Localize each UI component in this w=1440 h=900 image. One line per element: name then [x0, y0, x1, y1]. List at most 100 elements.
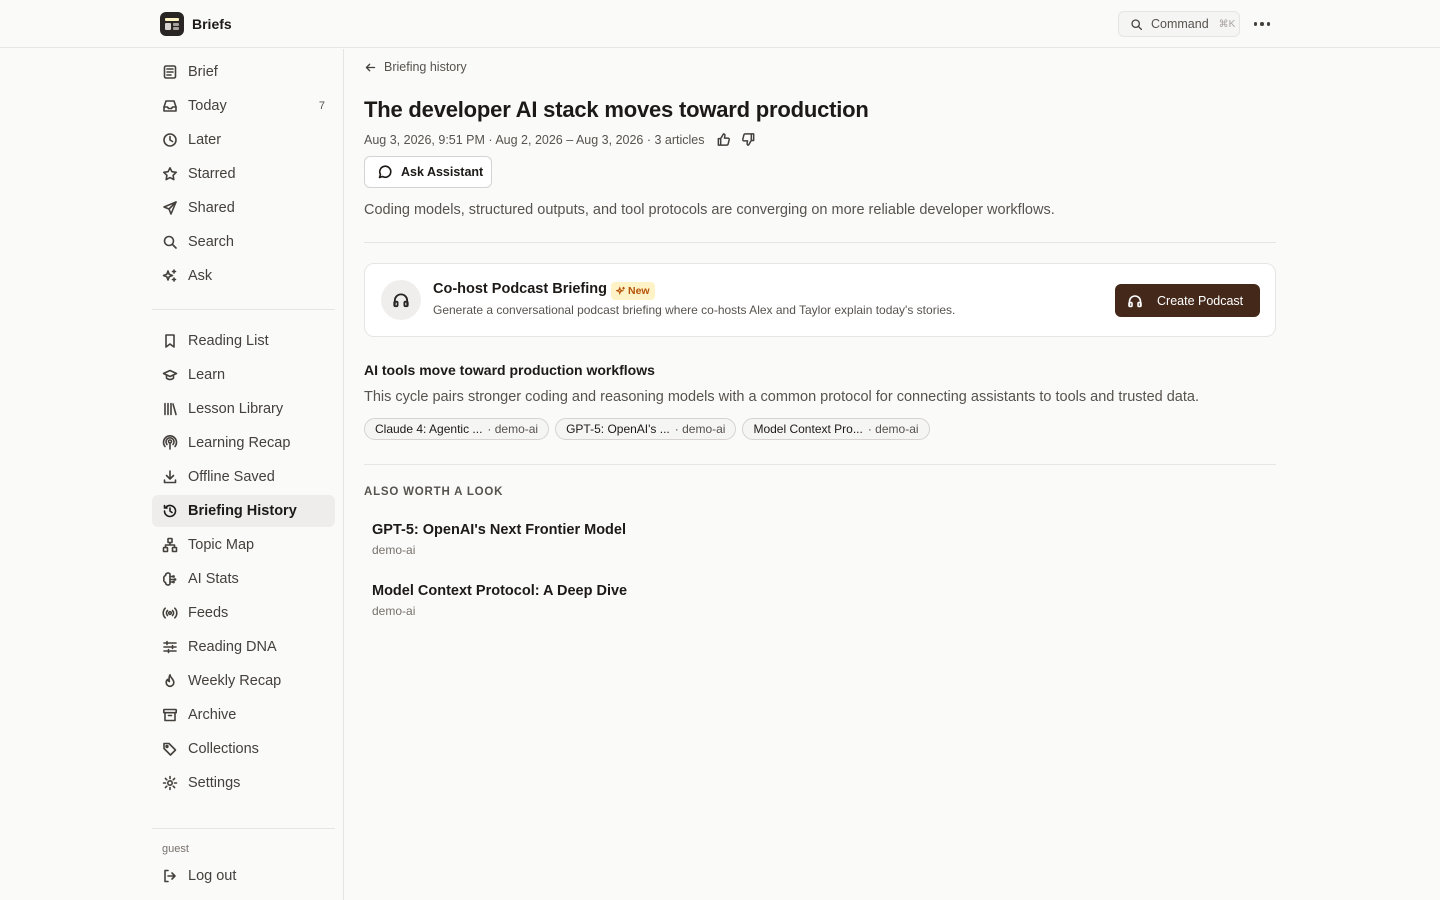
- app-brand[interactable]: Briefs: [160, 12, 232, 36]
- user-name: guest: [162, 843, 189, 855]
- logout-label: Log out: [188, 868, 237, 884]
- bookmark-icon: [162, 333, 178, 349]
- history-icon: [162, 503, 178, 519]
- more-options-button[interactable]: [1250, 12, 1274, 36]
- podcast-card: Co-host Podcast Briefing New Generate a …: [364, 263, 1276, 337]
- search-icon: [1130, 18, 1143, 31]
- sidebar-item-today[interactable]: Today 7: [152, 90, 335, 122]
- logout-button[interactable]: Log out: [152, 860, 335, 892]
- radio-icon: [162, 605, 178, 621]
- sidebar-item-shared[interactable]: Shared: [152, 192, 335, 224]
- library-icon: [162, 401, 178, 417]
- sidebar-item-brief[interactable]: Brief: [152, 56, 335, 88]
- app-logo-icon: [160, 12, 184, 36]
- source-chip[interactable]: Model Context Pro... · demo-ai: [742, 418, 930, 440]
- article-title: GPT-5: OpenAI's Next Frontier Model: [372, 522, 627, 538]
- page-title: The developer AI stack moves toward prod…: [364, 97, 869, 122]
- sidebar-item-settings[interactable]: Settings: [152, 767, 335, 799]
- meta-text: Aug 3, 2026, 9:51 PM · Aug 2, 2026 – Aug…: [364, 132, 705, 147]
- top-bar: Briefs Command ⌘K: [0, 0, 1440, 48]
- tag-icon: [162, 741, 178, 757]
- sidebar-item-later[interactable]: Later: [152, 124, 335, 156]
- sidebar-item-reading-list[interactable]: Reading List: [152, 325, 335, 357]
- sidebar-item-label: Learn: [188, 367, 226, 383]
- create-podcast-label: Create Podcast: [1157, 293, 1244, 308]
- sidebar-item-label: Starred: [188, 166, 236, 182]
- sidebar-item-label: Search: [188, 234, 234, 250]
- thumbs-down-icon[interactable]: [741, 132, 756, 147]
- sidebar-item-learn[interactable]: Learn: [152, 359, 335, 391]
- message-circle-icon: [377, 164, 393, 180]
- graduation-cap-icon: [162, 367, 178, 383]
- command-palette-button[interactable]: Command ⌘K: [1118, 11, 1240, 37]
- sidebar-item-label: Learning Recap: [188, 435, 291, 451]
- back-label: Briefing history: [384, 60, 467, 74]
- sidebar-item-label: Feeds: [188, 605, 229, 621]
- archive-icon: [162, 707, 178, 723]
- command-shortcut: ⌘K: [1218, 18, 1236, 30]
- section-description: This cycle pairs stronger coding and rea…: [364, 389, 1199, 405]
- new-badge-label: New: [628, 285, 650, 297]
- content-divider: [364, 242, 1276, 243]
- sidebar-item-label: Briefing History: [188, 503, 297, 519]
- network-icon: [162, 537, 178, 553]
- ask-assistant-button[interactable]: Ask Assistant: [364, 156, 492, 188]
- article-source: demo-ai: [372, 543, 416, 557]
- sidebar-item-lesson-library[interactable]: Lesson Library: [152, 393, 335, 425]
- sidebar-item-label: Collections: [188, 741, 259, 757]
- briefing-summary: Coding models, structured outputs, and t…: [364, 202, 1055, 218]
- briefing-meta: Aug 3, 2026, 9:51 PM · Aug 2, 2026 – Aug…: [364, 132, 756, 147]
- sidebar-item-label: Later: [188, 132, 222, 148]
- sidebar-item-starred[interactable]: Starred: [152, 158, 335, 190]
- sidebar-item-archive[interactable]: Archive: [152, 699, 335, 731]
- content-divider: [364, 464, 1276, 465]
- source-chip[interactable]: Claude 4: Agentic ... · demo-ai: [364, 418, 550, 440]
- new-badge: New: [611, 282, 655, 300]
- sidebar-item-label: Settings: [188, 775, 241, 791]
- sidebar-item-search[interactable]: Search: [152, 226, 335, 258]
- sidebar-item-label: Archive: [188, 707, 237, 723]
- app-name: Briefs: [192, 16, 232, 32]
- sidebar-item-briefing-history[interactable]: Briefing History: [152, 495, 335, 527]
- arrow-left-icon: [364, 61, 377, 74]
- thumbs-up-icon[interactable]: [716, 132, 731, 147]
- inbox-icon: [162, 98, 178, 114]
- podcast-icon: [162, 435, 178, 451]
- today-count-badge: 7: [318, 100, 325, 112]
- article-title: Model Context Protocol: A Deep Dive: [372, 583, 628, 599]
- list-item[interactable]: GPT-5: OpenAI's Next Frontier Model demo…: [364, 522, 764, 570]
- sidebar-item-ai-stats[interactable]: AI Stats: [152, 563, 335, 595]
- sidebar-item-reading-dna[interactable]: Reading DNA: [152, 631, 335, 663]
- logout-icon: [162, 868, 178, 884]
- source-chips: Claude 4: Agentic ... · demo-ai GPT-5: O…: [364, 418, 930, 440]
- source-chip[interactable]: GPT-5: OpenAI's ... · demo-ai: [555, 418, 737, 440]
- sidebar-item-label: Reading DNA: [188, 639, 277, 655]
- brain-icon: [162, 571, 178, 587]
- sidebar-item-topic-map[interactable]: Topic Map: [152, 529, 335, 561]
- chip-title: Claude 4: Agentic ...: [375, 422, 483, 436]
- sidebar-item-label: Topic Map: [188, 537, 255, 553]
- more-dots-icon: [1253, 22, 1258, 26]
- back-link[interactable]: Briefing history: [364, 60, 467, 74]
- sidebar-item-label: Shared: [188, 200, 235, 216]
- sidebar-item-label: Reading List: [188, 333, 269, 349]
- clock-icon: [162, 132, 178, 148]
- chip-source: · demo-ai: [487, 422, 539, 436]
- command-label: Command: [1151, 17, 1209, 31]
- newspaper-icon: [162, 64, 178, 80]
- sidebar-divider: [152, 828, 335, 829]
- create-podcast-button[interactable]: Create Podcast: [1115, 284, 1260, 317]
- sidebar-item-ask[interactable]: Ask: [152, 260, 335, 292]
- sidebar-item-learning-recap[interactable]: Learning Recap: [152, 427, 335, 459]
- sparkles-icon: [162, 268, 178, 284]
- chip-title: Model Context Pro...: [753, 422, 863, 436]
- ask-assistant-label: Ask Assistant: [401, 165, 484, 179]
- sidebar-divider: [152, 309, 335, 310]
- gear-icon: [162, 775, 178, 791]
- list-item[interactable]: Model Context Protocol: A Deep Dive demo…: [364, 583, 764, 631]
- sidebar-item-weekly-recap[interactable]: Weekly Recap: [152, 665, 335, 697]
- sidebar-item-offline-saved[interactable]: Offline Saved: [152, 461, 335, 493]
- sidebar-item-feeds[interactable]: Feeds: [152, 597, 335, 629]
- sidebar-item-collections[interactable]: Collections: [152, 733, 335, 765]
- sidebar-item-label: Ask: [188, 268, 213, 284]
